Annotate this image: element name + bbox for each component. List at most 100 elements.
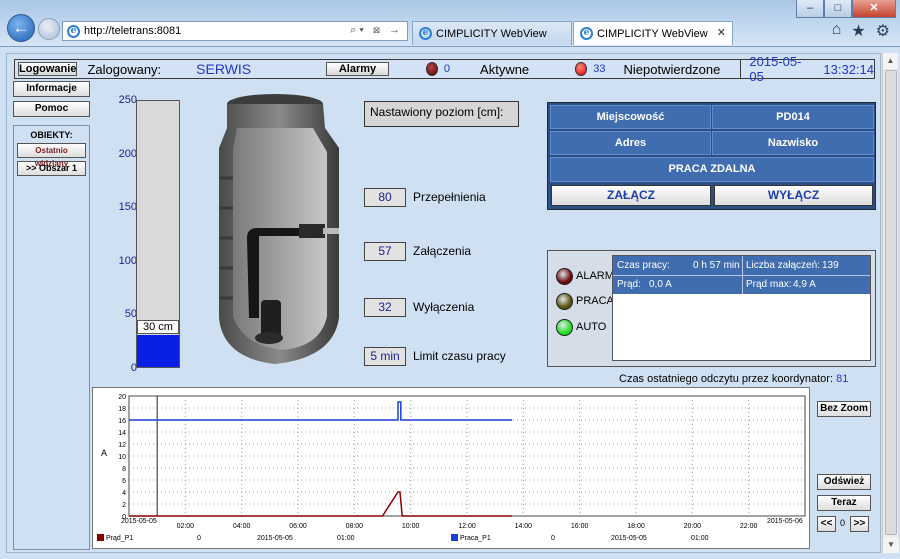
browser-tab-2[interactable]: e CIMPLICITY WebView ✕ — [573, 21, 733, 45]
favorites-star-icon[interactable]: ★ — [851, 21, 865, 41]
status-time: 13:32:14 — [823, 61, 874, 77]
legend-swatch — [97, 534, 104, 541]
pump-tank-illustration — [219, 94, 339, 364]
x-tick-label: 18:00 — [627, 523, 645, 530]
set-level-title: Nastawiony poziom [cm]: — [364, 101, 519, 127]
y-tick-label: 2 — [122, 502, 126, 509]
x-tick-label: 08:00 — [346, 523, 364, 530]
switch-count-label: Liczba załączeń: — [746, 260, 820, 271]
x-tick-label: 06:00 — [289, 523, 307, 530]
forward-button[interactable]: → — [38, 18, 60, 40]
logged-in-user: SERWIS — [196, 61, 252, 77]
legend-date: 2015-05-05 — [611, 535, 647, 542]
legend-swatch — [451, 534, 458, 541]
alarms-button[interactable]: Alarmy — [326, 62, 389, 76]
gauge-tick-label: 250 — [118, 94, 137, 106]
remote-mode-label: PRACA ZDALNA — [550, 157, 874, 182]
vertical-scrollbar[interactable]: ▲ ▼ — [882, 53, 899, 553]
address-bar[interactable]: e http://teletrans:8081 ⌕▾ ⊠ → — [62, 21, 408, 41]
legend-series-name: Prąd_P1 — [106, 535, 133, 542]
x-tick-label: 20:00 — [684, 523, 702, 530]
level-gauge-fill — [137, 335, 179, 367]
last-read-info: Czas ostatniego odczytu przez koordynato… — [619, 373, 848, 385]
x-tick-label: 16:00 — [571, 523, 589, 530]
current-value: 0,0 A — [649, 279, 672, 290]
active-alarm-count: 0 — [443, 63, 451, 75]
last-read-label: Czas ostatniego odczytu przez koordynato… — [619, 373, 834, 385]
unconfirmed-alarm-lamp — [575, 62, 588, 76]
back-button[interactable]: ← — [7, 14, 35, 42]
level-value: 30 cm — [137, 320, 179, 334]
info-button[interactable]: Informacje — [13, 81, 90, 97]
switch-off-value: 32 — [364, 298, 406, 317]
tab-title: CIMPLICITY WebView — [436, 27, 547, 40]
overflow-label: Przepełnienia — [413, 190, 486, 204]
level-gauge-axis: 250 200 150 100 50 0 — [107, 94, 137, 376]
ie-tab-icon: e — [580, 27, 593, 40]
minimize-button[interactable]: – — [796, 0, 824, 18]
unconfirmed-alarm-count: 33 — [593, 63, 606, 75]
y-axis-label: A — [101, 448, 107, 458]
trend-chart-panel: 0 2 4 6 8 10 12 14 16 18 20 A 02:00 04:00 06:00 08:00 10… — [92, 387, 810, 549]
y-tick-label: 10 — [118, 454, 126, 461]
auto-lamp-label: AUTO — [576, 321, 607, 333]
previous-page-button[interactable]: << — [817, 516, 836, 532]
auto-lamp — [556, 319, 573, 336]
close-window-button[interactable]: ✕ — [852, 0, 896, 18]
name-label: Nazwisko — [712, 131, 874, 155]
arrow-right-icon: → — [42, 21, 56, 36]
scroll-up-icon[interactable]: ▲ — [883, 53, 898, 69]
active-alarm-lamp — [425, 62, 438, 76]
alarm-lamp-label: ALARM — [576, 270, 614, 282]
switch-count-value: 139 — [822, 260, 839, 271]
last-seen-button[interactable]: Ostatnio widziany — [17, 143, 86, 168]
area-1-button[interactable]: >> Obszar 1 — [17, 161, 86, 176]
last-read-value: 81 — [836, 373, 849, 385]
pump-status-panel: ALARM PRACA AUTO Czas pracy: 0 h 57 min … — [547, 250, 876, 367]
status-date: 2015-05-05 — [749, 54, 802, 84]
pump-base — [255, 332, 283, 344]
help-button[interactable]: Pomoc — [13, 101, 90, 117]
y-tick-label: 20 — [118, 394, 126, 401]
current-trend-chart[interactable]: 0 2 4 6 8 10 12 14 16 18 20 A 02:00 04:00 06:00 08:00 10… — [93, 388, 809, 548]
scroll-down-icon[interactable]: ▼ — [883, 537, 899, 553]
next-page-button[interactable]: >> — [850, 516, 869, 532]
outlet-stub — [323, 228, 339, 234]
x-tick-label: 14:00 — [515, 523, 533, 530]
locality-value: PD014 — [712, 105, 874, 129]
y-tick-label: 8 — [122, 466, 126, 473]
address-controls[interactable]: ⌕▾ ⊠ → — [350, 24, 403, 37]
scroll-thumb[interactable] — [885, 70, 897, 535]
legend-value: 0 — [197, 535, 201, 542]
browser-tab-1[interactable]: e CIMPLICITY WebView — [412, 21, 572, 45]
unconfirmed-alarm-label: Niepotwierdzone — [623, 61, 721, 77]
y-tick-label: 16 — [118, 418, 126, 425]
work-time-value: 0 h 57 min — [693, 260, 740, 271]
gauge-tick-label: 200 — [118, 147, 137, 160]
x-tick-label: 22:00 — [740, 523, 758, 530]
switch-on-button[interactable]: ZAŁĄCZ — [551, 185, 711, 206]
address-label: Adres — [550, 131, 711, 155]
close-tab-icon[interactable]: ✕ — [717, 26, 726, 39]
work-time-limit-label: Limit czasu pracy — [413, 349, 506, 363]
switch-on-value: 57 — [364, 242, 406, 261]
window-controls: – □ ✕ — [796, 0, 896, 18]
work-lamp — [556, 293, 573, 310]
work-lamp-label: PRACA — [576, 295, 614, 307]
x-end-label: 2015-05-06 — [767, 518, 803, 525]
max-current-value: 4,9 A — [793, 279, 816, 290]
switch-off-label: Wyłączenia — [413, 300, 475, 314]
pump-counters: Czas pracy: 0 h 57 min Liczba załączeń: … — [612, 255, 871, 361]
reset-zoom-button[interactable]: Bez Zoom — [817, 401, 871, 417]
status-divider — [740, 59, 742, 79]
browser-chrome: – □ ✕ ← → e http://teletrans:8081 ⌕▾ ⊠ →… — [0, 0, 900, 47]
login-button[interactable]: Logowanie — [18, 62, 78, 76]
home-icon[interactable]: ⌂ — [832, 21, 842, 41]
gear-icon[interactable]: ⚙ — [876, 21, 890, 41]
refresh-button[interactable]: Odśwież — [817, 474, 871, 490]
work-time-label: Czas pracy: — [617, 260, 670, 271]
maximize-button[interactable]: □ — [824, 0, 852, 18]
x-tick-label: 02:00 — [177, 523, 195, 530]
now-button[interactable]: Teraz — [817, 495, 871, 511]
switch-off-button[interactable]: WYŁĄCZ — [714, 185, 873, 206]
